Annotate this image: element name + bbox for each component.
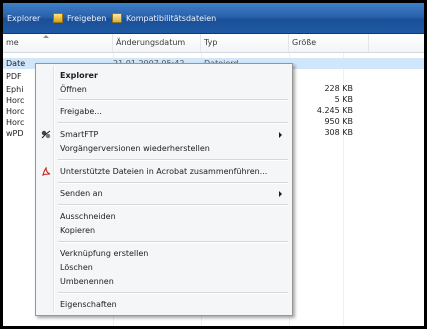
column-header-name[interactable]: me xyxy=(3,34,113,52)
menu-separator xyxy=(58,182,288,184)
compat-files-button[interactable]: Kompatibilitätsdateien xyxy=(112,11,216,25)
menu-separator xyxy=(58,204,288,206)
compatibility-files-icon xyxy=(112,13,122,23)
share-toolbar-button[interactable]: Freigeben xyxy=(53,11,106,25)
screenshot-frame: Explorer Freigeben Kompatibilitätsdateie… xyxy=(0,0,427,329)
smartftp-icon xyxy=(41,130,51,139)
menu-item-delete[interactable]: Löschen xyxy=(38,260,290,275)
menu-item-label: Umbenennen xyxy=(60,277,114,286)
file-name: Date xyxy=(6,59,26,68)
menu-item-label: Freigabe... xyxy=(60,107,102,116)
menu-item-create-shortcut[interactable]: Verknüpfung erstellen xyxy=(38,246,290,261)
column-header-size[interactable]: Größe xyxy=(289,34,369,52)
menu-item-smartftp[interactable]: SmartFTP xyxy=(38,127,290,142)
share-icon xyxy=(53,13,63,23)
menu-separator xyxy=(58,99,288,101)
menu-item-rename[interactable]: Umbenennen xyxy=(38,274,290,289)
file-name: Ephi xyxy=(6,85,24,94)
file-name: Horc xyxy=(6,118,25,127)
acrobat-icon xyxy=(42,167,51,176)
file-name: PDF xyxy=(6,72,22,81)
file-size: 5 KB xyxy=(334,95,353,104)
menu-item-send-to[interactable]: Senden an xyxy=(38,186,290,201)
menu-item-label: Explorer xyxy=(60,71,98,80)
file-name: wPD xyxy=(6,129,24,138)
command-bar: Explorer Freigeben Kompatibilitätsdateie… xyxy=(3,3,424,34)
menu-item-restore-versions[interactable]: Vorgängerversionen wiederherstellen xyxy=(38,141,290,156)
menu-separator xyxy=(58,241,288,243)
menu-item-cut[interactable]: Ausschneiden xyxy=(38,209,290,224)
submenu-arrow-icon xyxy=(279,132,282,138)
menu-separator xyxy=(58,159,288,161)
column-header-type[interactable]: Typ xyxy=(201,34,289,52)
explorer-window: Explorer Freigeben Kompatibilitätsdateie… xyxy=(3,3,424,326)
context-menu: Explorer Öffnen Freigabe... SmartFTP Vor… xyxy=(35,63,293,316)
menu-item-explorer[interactable]: Explorer xyxy=(38,68,290,83)
menu-item-share[interactable]: Freigabe... xyxy=(38,104,290,119)
compat-files-label: Kompatibilitätsdateien xyxy=(126,13,217,23)
file-name: Horc xyxy=(6,107,25,116)
column-header-bar: me Änderungsdatum Typ Größe xyxy=(3,34,424,53)
menu-item-label: Kopieren xyxy=(60,226,96,235)
menu-item-open[interactable]: Öffnen xyxy=(38,82,290,97)
file-size: 308 KB xyxy=(324,128,353,137)
file-name: Horc xyxy=(6,96,25,105)
menu-item-label: Unterstützte Dateien in Acrobat zusammen… xyxy=(60,167,268,176)
menu-separator xyxy=(58,292,288,294)
menu-item-label: Öffnen xyxy=(60,85,87,94)
menu-item-label: SmartFTP xyxy=(60,130,99,139)
menu-item-label: Löschen xyxy=(60,263,93,272)
submenu-arrow-icon xyxy=(279,191,282,197)
menu-item-label: Eigenschaften xyxy=(60,300,117,309)
menu-separator xyxy=(58,122,288,124)
column-divider xyxy=(343,53,344,326)
menu-item-properties[interactable]: Eigenschaften xyxy=(38,297,290,312)
menu-item-label: Ausschneiden xyxy=(60,212,116,221)
column-header-date[interactable]: Änderungsdatum xyxy=(113,34,201,52)
file-size: 4.245 KB xyxy=(316,106,353,115)
file-size: 228 KB xyxy=(324,84,353,93)
menu-item-label: Senden an xyxy=(60,189,103,198)
menu-item-label: Vorgängerversionen wiederherstellen xyxy=(60,144,210,153)
share-toolbar-label: Freigeben xyxy=(67,13,107,23)
explorer-toolbar-button[interactable]: Explorer xyxy=(7,11,40,25)
explorer-toolbar-label: Explorer xyxy=(7,13,41,23)
menu-item-copy[interactable]: Kopieren xyxy=(38,223,290,238)
menu-item-label: Verknüpfung erstellen xyxy=(60,249,149,258)
menu-item-acrobat-combine[interactable]: Unterstützte Dateien in Acrobat zusammen… xyxy=(38,164,290,179)
file-size: 950 KB xyxy=(324,117,353,126)
